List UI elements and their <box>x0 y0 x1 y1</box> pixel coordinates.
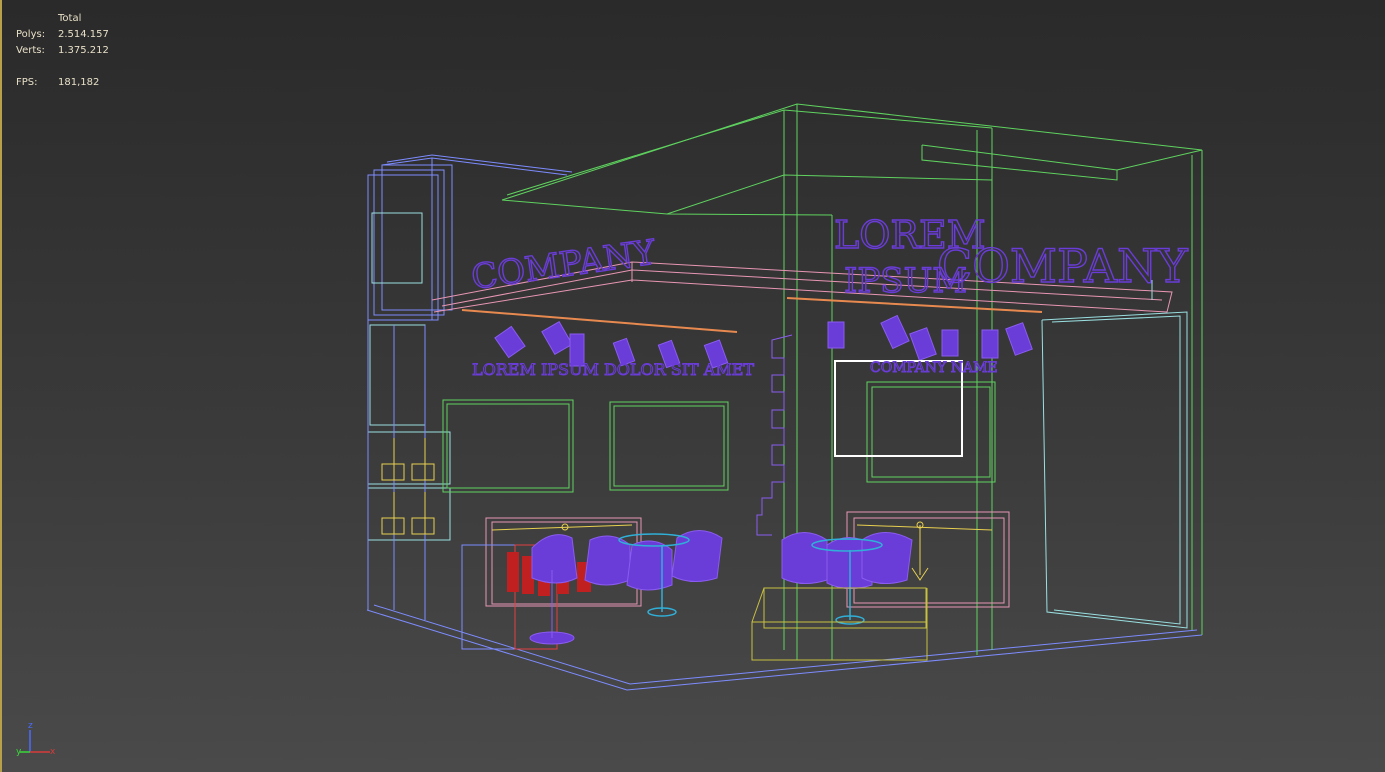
stepped-partition <box>756 334 793 536</box>
shelf-lights <box>381 438 435 535</box>
light-tracks <box>461 297 1043 333</box>
booth-wireframe-model[interactable]: COMPANY LOREM IPSUM COMPANY LOREM IPSUM … <box>2 0 1385 772</box>
platform-base <box>751 587 928 661</box>
sign-company-right: COMPANY <box>937 239 1188 293</box>
axis-gizmo: z y x <box>16 721 56 757</box>
sign-tagline: LOREM IPSUM DOLOR SIT AMET <box>472 360 754 379</box>
sign-company-left: COMPANY <box>469 232 659 297</box>
3d-viewport[interactable]: Total Polys: 2.514.157 Verts: 1.375.212 FP… <box>0 0 1385 772</box>
sign-company-name: COMPANY NAME <box>870 360 998 376</box>
axis-y-label: y <box>16 747 22 757</box>
right-wall-panel <box>1041 280 1188 629</box>
axis-x-label: x <box>50 747 56 757</box>
display-screens <box>442 381 996 493</box>
axis-z-label: z <box>28 721 33 731</box>
